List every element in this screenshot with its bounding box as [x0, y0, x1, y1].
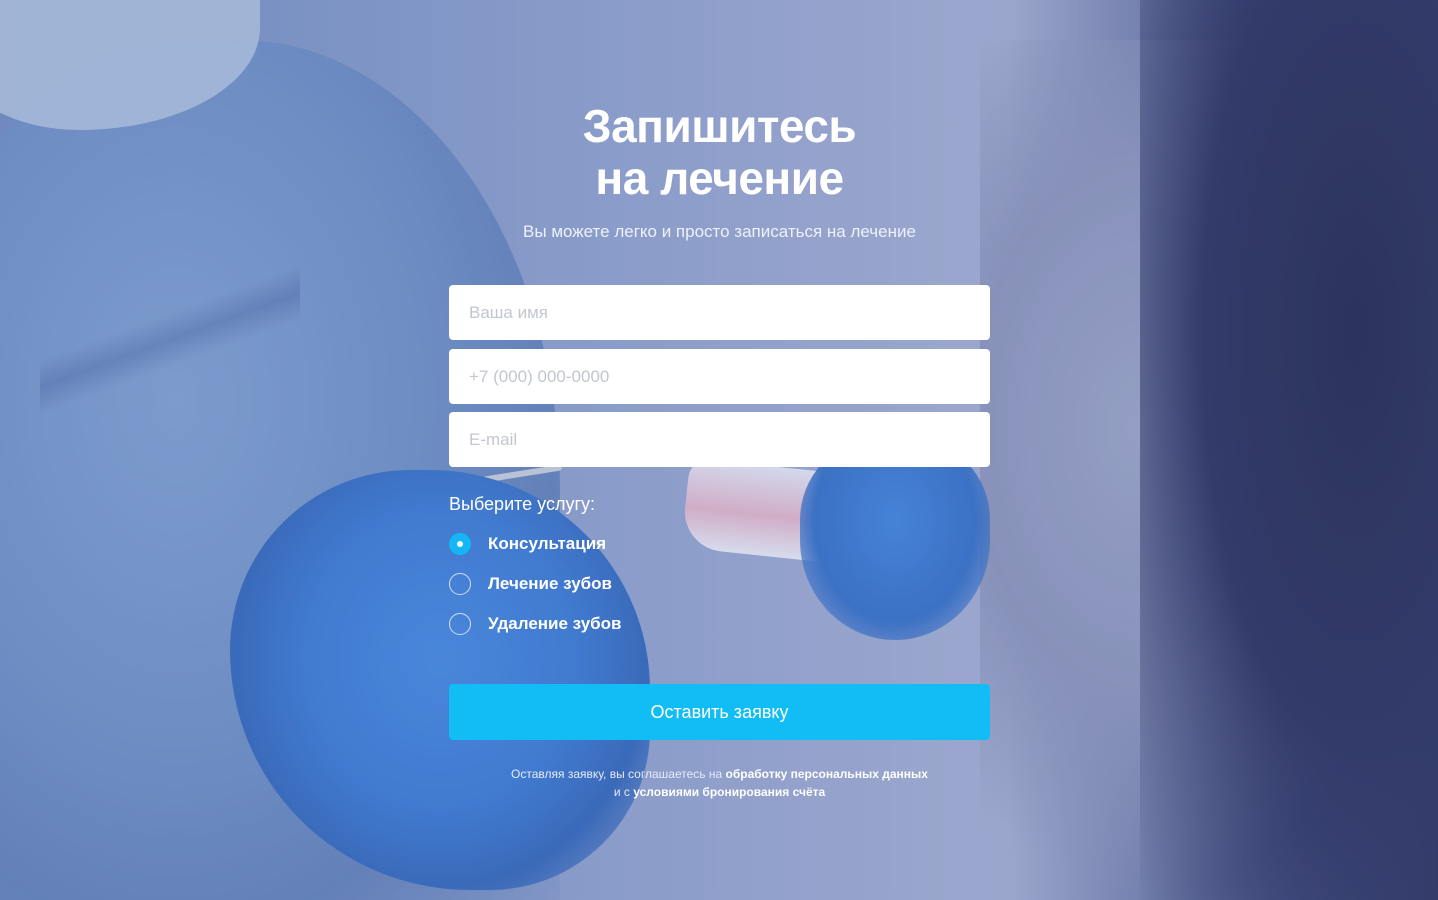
- radio-checked-icon[interactable]: [449, 533, 471, 555]
- service-option-treatment[interactable]: Лечение зубов: [449, 571, 612, 597]
- consent-text: Оставляя заявку, вы соглашаетесь на обра…: [449, 765, 990, 801]
- consent-text-before: Оставляя заявку, вы соглашаетесь на: [511, 767, 723, 781]
- service-option-label: Лечение зубов: [488, 574, 612, 593]
- submit-button[interactable]: Оставить заявку: [449, 684, 990, 740]
- title-line-2: на лечение: [595, 152, 844, 204]
- phone-input[interactable]: [449, 349, 990, 404]
- form-title: Запишитесь на лечение: [449, 100, 990, 204]
- name-input[interactable]: [449, 285, 990, 340]
- email-input[interactable]: [449, 412, 990, 467]
- title-line-1: Запишитесь: [582, 100, 857, 152]
- service-option-consultation[interactable]: Консультация: [449, 531, 606, 557]
- radio-unchecked-icon[interactable]: [449, 613, 471, 635]
- service-option-label: Консультация: [488, 534, 607, 553]
- form-subtitle: Вы можете легко и просто записаться на л…: [523, 222, 916, 241]
- consent-text-middle: и с: [613, 785, 630, 799]
- service-option-extraction[interactable]: Удаление зубов: [449, 611, 622, 637]
- personal-data-link[interactable]: обработку персональных данных: [726, 767, 928, 781]
- service-label: Выберите услугу:: [449, 494, 596, 514]
- service-option-label: Удаление зубов: [488, 614, 622, 633]
- booking-terms-link[interactable]: условиями бронирования счёта: [633, 785, 825, 799]
- radio-unchecked-icon[interactable]: [449, 573, 471, 595]
